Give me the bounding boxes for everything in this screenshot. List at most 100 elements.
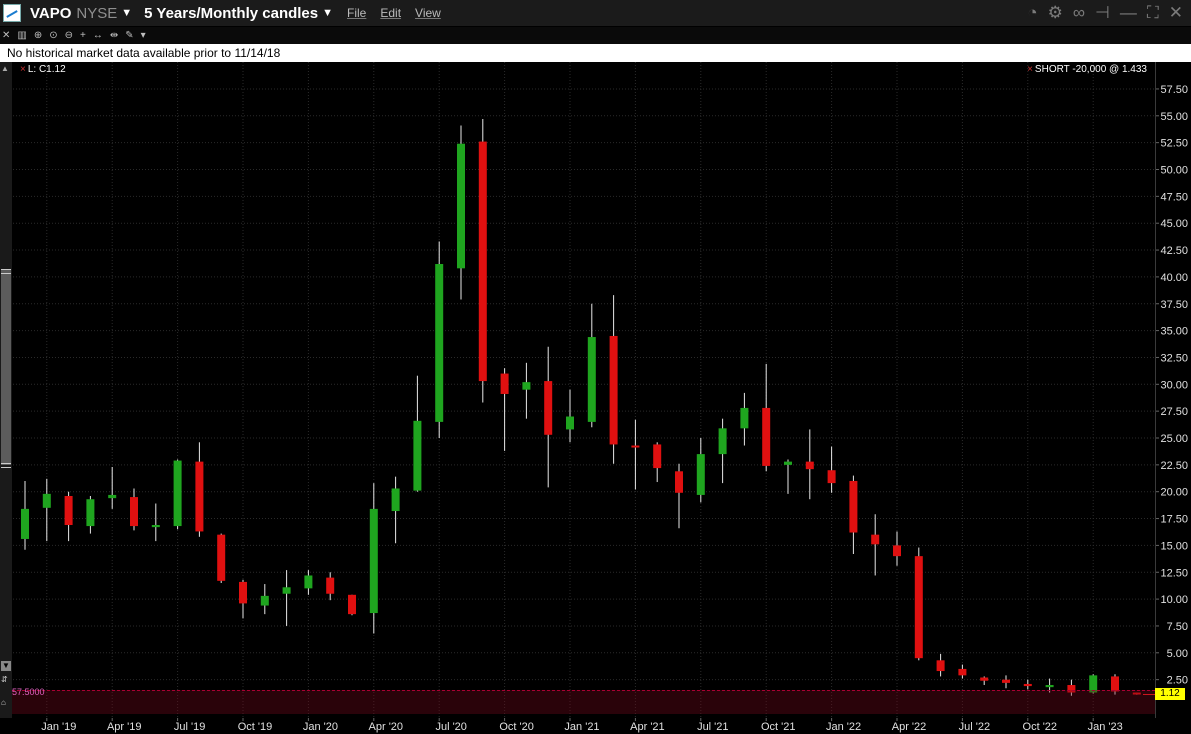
candle-body (369, 508, 378, 614)
candle-body (435, 264, 444, 422)
candle-body (173, 460, 182, 527)
y-tick-label: 7.50 (1167, 621, 1188, 633)
candle-body (849, 480, 858, 533)
candle-body (217, 534, 226, 581)
candle-body (762, 407, 771, 466)
last-close-text: L: C1.12 (27, 64, 66, 75)
y-tick-label: 32.50 (1160, 352, 1188, 364)
candle-body (566, 416, 574, 430)
candle-body (304, 575, 313, 589)
candle-body (151, 524, 160, 528)
candle-body (827, 470, 836, 484)
candle-body (936, 660, 945, 672)
candle-body (348, 594, 356, 615)
candle-body (21, 508, 29, 539)
x-tick-label: Oct '20 (499, 721, 534, 733)
y-tick-label: 17.50 (1160, 514, 1188, 526)
candle-body (958, 668, 967, 676)
order-price-label: 57.5000 (12, 687, 45, 697)
candle-body (42, 493, 51, 508)
x-tick-label: Jul '20 (435, 721, 466, 733)
candle-body (653, 444, 662, 469)
candle-body (980, 677, 989, 681)
candle-body (130, 497, 138, 527)
x-tick-label: Jan '23 (1088, 721, 1123, 733)
x-tick-label: Apr '21 (630, 721, 665, 733)
candle-body (326, 577, 335, 594)
x-tick-label: Oct '19 (238, 721, 273, 733)
y-tick-label: 47.50 (1160, 191, 1188, 203)
close-label-icon[interactable]: × (20, 64, 26, 75)
candle-body (1045, 685, 1054, 688)
candle-body (609, 335, 618, 445)
candle-body (675, 471, 683, 493)
order-zone (12, 690, 1155, 714)
order-line[interactable] (12, 690, 1155, 691)
y-tick-label: 2.50 (1167, 675, 1188, 687)
y-tick-label: 20.00 (1160, 487, 1188, 499)
candle-body (893, 545, 901, 557)
x-tick-label: Jan '21 (564, 721, 599, 733)
candle-body (260, 595, 269, 606)
y-tick-label: 52.50 (1160, 138, 1188, 150)
y-tick-label: 45.00 (1160, 218, 1188, 230)
x-tick-label: Jan '22 (826, 721, 861, 733)
x-tick-label: Apr '22 (892, 721, 927, 733)
candle-body (871, 534, 880, 545)
candle-body (740, 407, 749, 429)
candle-body (914, 556, 923, 659)
last-close-label: × L: C1.12 (20, 64, 66, 75)
x-tick-label: Oct '21 (761, 721, 796, 733)
candle-body (631, 445, 640, 448)
y-tick-label: 42.50 (1160, 245, 1188, 257)
candle-body (391, 488, 400, 512)
candle-body (805, 461, 814, 470)
x-tick-label: Apr '20 (369, 721, 404, 733)
candle-body (413, 420, 422, 491)
candle-body (544, 381, 553, 435)
candle-body (500, 373, 509, 394)
candle-body (86, 499, 95, 527)
y-tick-label: 12.50 (1160, 567, 1188, 579)
y-tick-label: 27.50 (1160, 406, 1188, 418)
y-tick-label: 37.50 (1160, 299, 1188, 311)
position-label: × SHORT -20,000 @ 1.433 (1027, 64, 1147, 75)
candle-body (195, 461, 204, 532)
y-tick-label: 30.00 (1160, 379, 1188, 391)
price-axis-divider (1155, 62, 1156, 718)
current-price-tag: 1.12 (1155, 688, 1185, 700)
y-tick-label: 5.00 (1167, 648, 1188, 660)
y-tick-label: 40.00 (1160, 272, 1188, 284)
candle-body (108, 494, 117, 499)
y-tick-label: 57.50 (1160, 84, 1188, 96)
y-tick-label: 22.50 (1160, 460, 1188, 472)
candle-body (784, 461, 792, 465)
candle-body (457, 143, 465, 269)
candle-body (696, 454, 705, 495)
x-tick-label: Jan '19 (41, 721, 76, 733)
candle-body (64, 495, 73, 525)
candle-body (718, 428, 727, 455)
x-tick-label: Jul '22 (959, 721, 990, 733)
y-tick-label: 15.00 (1160, 540, 1188, 552)
candle-body (478, 141, 487, 382)
y-tick-label: 10.00 (1160, 594, 1188, 606)
candle-body (282, 587, 291, 594)
candle-body (522, 382, 531, 390)
candlestick-chart[interactable]: 2.50 5.00 7.50 10.00 12.50 15.00 17.50 20.00 22.… (0, 0, 1191, 734)
x-tick-label: Jul '19 (174, 721, 205, 733)
y-tick-label: 50.00 (1160, 165, 1188, 177)
x-tick-label: Oct '22 (1023, 721, 1058, 733)
candle-body (587, 337, 596, 422)
x-tick-label: Apr '19 (107, 721, 142, 733)
x-tick-label: Jul '21 (697, 721, 728, 733)
y-tick-label: 35.00 (1160, 326, 1188, 338)
y-tick-label: 25.00 (1160, 433, 1188, 445)
candle-body (239, 581, 247, 604)
y-tick-label: 55.00 (1160, 111, 1188, 123)
position-text: SHORT -20,000 @ 1.433 (1034, 64, 1147, 75)
close-position-icon[interactable]: × (1027, 64, 1033, 75)
candle-body (1023, 683, 1032, 687)
candle-body (1002, 679, 1010, 683)
x-tick-label: Jan '20 (303, 721, 338, 733)
